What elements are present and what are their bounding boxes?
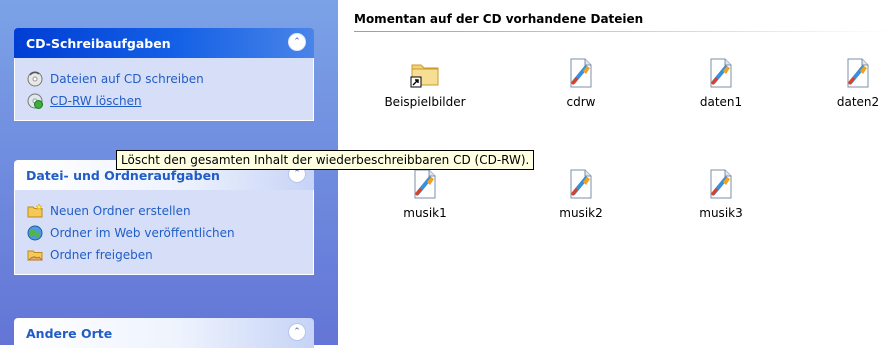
- other-places-panel: Andere Orte ⌃: [14, 318, 314, 348]
- file-name: cdrw: [566, 95, 596, 109]
- files-on-cd-heading: Momentan auf der CD vorhandene Dateien: [354, 12, 644, 26]
- other-places-title: Andere Orte: [26, 326, 113, 341]
- write-cd-icon: [27, 71, 43, 87]
- file-item[interactable]: musik2: [521, 168, 641, 220]
- audio-file-icon: [565, 168, 597, 200]
- audio-file-icon: [705, 57, 737, 89]
- file-item[interactable]: musik1: [365, 168, 485, 220]
- share-folder-icon: [27, 250, 43, 261]
- erase-cd-rw-label: CD-RW löschen: [50, 94, 142, 108]
- new-folder-label: Neuen Ordner erstellen: [50, 204, 191, 218]
- file-name: daten2: [836, 95, 880, 109]
- file-name: musik1: [403, 206, 447, 220]
- file-name: daten1: [699, 95, 743, 109]
- cd-tasks-title: CD-Schreibaufgaben: [26, 36, 171, 51]
- file-folder-tasks-panel: Datei- und Ordneraufgaben ⌃ Neuen Ordner…: [14, 160, 314, 275]
- task-pane: CD-Schreibaufgaben ⌃ Dateien auf CD schr…: [0, 0, 338, 348]
- write-to-cd-label: Dateien auf CD schreiben: [50, 72, 204, 86]
- publish-folder-web-label: Ordner im Web veröffentlichen: [50, 226, 235, 240]
- file-item[interactable]: cdrw: [521, 57, 641, 109]
- cd-tasks-panel: CD-Schreibaufgaben ⌃ Dateien auf CD schr…: [14, 28, 314, 121]
- file-item[interactable]: daten1: [661, 57, 781, 109]
- file-folder-tasks-body: Neuen Ordner erstellen Ordner im Web ver…: [14, 190, 314, 275]
- heading-divider: [354, 31, 892, 32]
- file-item[interactable]: daten2: [798, 57, 892, 109]
- new-folder-link[interactable]: Neuen Ordner erstellen: [27, 200, 313, 222]
- erase-cd-rw-link[interactable]: CD-RW löschen: [27, 90, 313, 112]
- collapse-chevron-icon[interactable]: ⌃: [288, 33, 306, 51]
- cd-tasks-body: Dateien auf CD schreiben CD-RW löschen: [14, 58, 314, 121]
- file-name: musik3: [699, 206, 743, 220]
- audio-file-icon: [842, 57, 874, 89]
- audio-file-icon: [565, 57, 597, 89]
- share-folder-label: Ordner freigeben: [50, 248, 153, 262]
- file-name: Beispielbilder: [384, 95, 466, 109]
- folder-shortcut-icon: [409, 57, 441, 89]
- file-folder-tasks-title: Datei- und Ordneraufgaben: [26, 168, 220, 183]
- share-folder-link[interactable]: Ordner freigeben: [27, 244, 313, 266]
- file-name: musik2: [559, 206, 603, 220]
- file-item[interactable]: musik3: [661, 168, 781, 220]
- write-to-cd-link[interactable]: Dateien auf CD schreiben: [27, 68, 313, 90]
- file-item[interactable]: Beispielbilder: [365, 57, 485, 109]
- erase-cd-rw-tooltip: Löscht den gesamten Inhalt der wiederbes…: [116, 150, 535, 170]
- publish-folder-web-link[interactable]: Ordner im Web veröffentlichen: [27, 222, 313, 244]
- cd-tasks-header[interactable]: CD-Schreibaufgaben ⌃: [14, 28, 314, 58]
- collapse-chevron-icon[interactable]: ⌃: [288, 323, 306, 341]
- audio-file-icon: [409, 168, 441, 200]
- erase-cd-icon: [27, 93, 43, 109]
- file-content-area: Momentan auf der CD vorhandene Dateien B…: [338, 0, 892, 345]
- new-folder-icon: [27, 203, 43, 218]
- audio-file-icon: [705, 168, 737, 200]
- other-places-header[interactable]: Andere Orte ⌃: [14, 318, 314, 348]
- publish-web-icon: [27, 225, 43, 241]
